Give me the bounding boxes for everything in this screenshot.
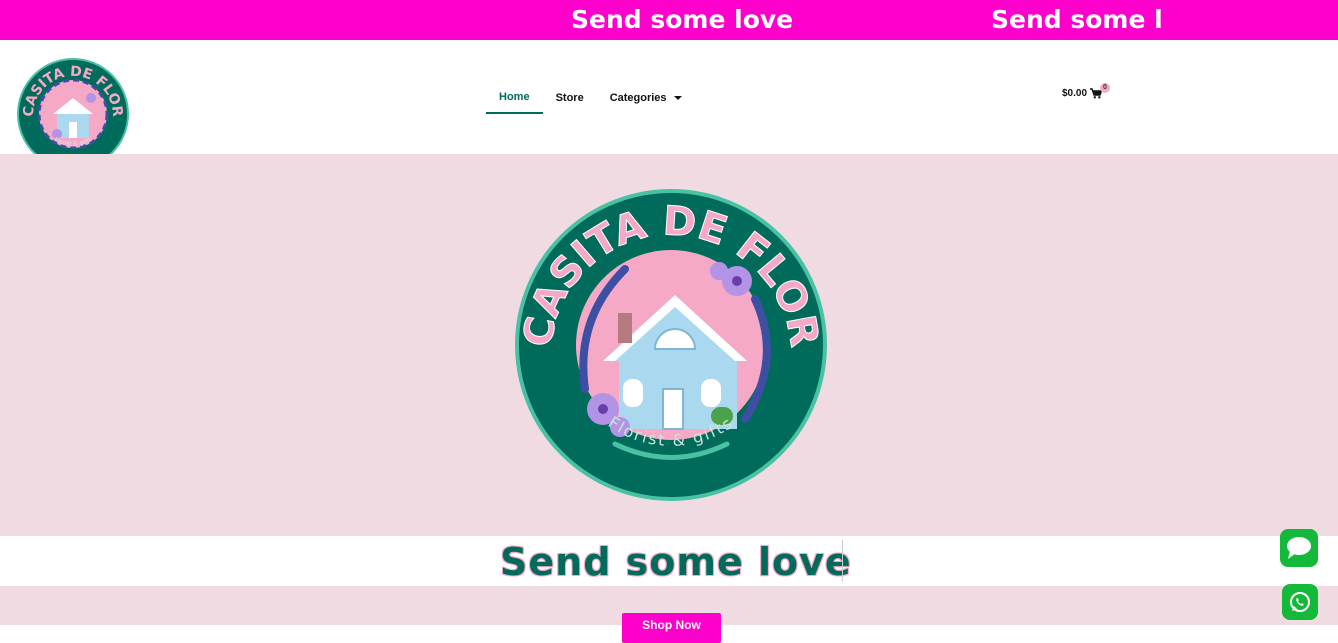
announcement-bar: Send some love Send some l (0, 0, 1338, 40)
cta-section: Shop Now (0, 586, 1338, 643)
cart-button[interactable]: $0.00 0 (1062, 83, 1110, 99)
nav-categories-label: Categories (609, 92, 667, 104)
nav-home[interactable]: Home (486, 82, 543, 114)
chat-icon (1287, 537, 1311, 559)
main-headline: Send some love (500, 540, 852, 584)
site-header: CASITA DE FLOR Florist & gifts Home Stor… (0, 40, 1338, 170)
typing-cursor (842, 540, 843, 582)
nav-store[interactable]: Store (543, 82, 597, 114)
hero-section: CASITA DE FLOR Florist & gifts (0, 154, 1338, 536)
main-nav: Home Store Categories (486, 82, 695, 114)
headline-section: Send some love (0, 536, 1338, 586)
chevron-down-icon (673, 96, 682, 100)
announcement-text-repeat: Send some l (991, 5, 1163, 34)
hero-logo: CASITA DE FLOR Florist & gifts (515, 189, 827, 501)
whatsapp-icon (1290, 592, 1310, 612)
cart-count-badge: 0 (1100, 83, 1110, 93)
whatsapp-button[interactable] (1282, 584, 1318, 620)
cart-total: $0.00 (1062, 88, 1088, 99)
chat-button[interactable] (1280, 529, 1318, 567)
announcement-text: Send some love (571, 5, 794, 34)
nav-categories[interactable]: Categories (597, 82, 695, 114)
shop-now-button[interactable]: Shop Now (622, 613, 721, 643)
